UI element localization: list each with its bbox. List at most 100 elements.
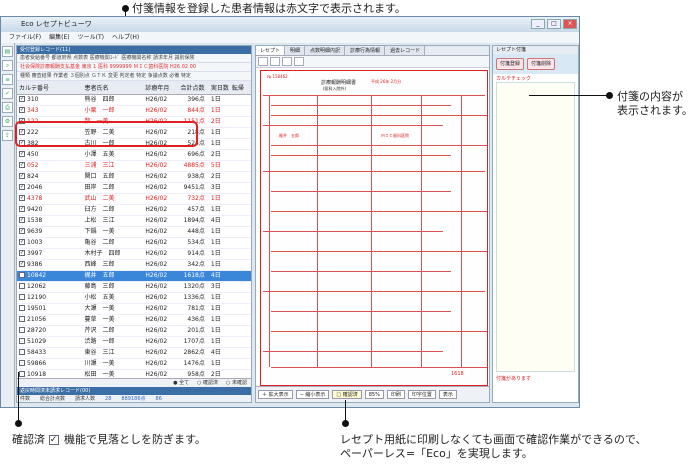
print-position-button[interactable]: 印字位置 [407, 390, 436, 399]
cell-name: 三浦 三江 [82, 160, 144, 172]
print-icon[interactable]: ⎙ [2, 102, 13, 113]
table-row[interactable]: ✓ 4378 武山 二美 H26/02 732点 1日 [17, 193, 251, 205]
minimize-icon[interactable]: _ [531, 19, 545, 29]
menu-help[interactable]: ヘルプ(H) [112, 32, 139, 43]
table-row[interactable]: ✓ 9386 西峰 三郎 H26/02 342点 1日 [17, 259, 251, 271]
memo-register-button[interactable]: 付箋登録 [496, 58, 525, 70]
row-checkbox[interactable] [19, 316, 25, 322]
row-checkbox[interactable]: ✓ [19, 184, 25, 190]
table-row[interactable]: 19501 大瀬 一美 H26/02 781点 1日 [17, 303, 251, 315]
row-checkbox[interactable]: ✓ [19, 206, 25, 212]
form-hline [271, 211, 487, 212]
print-button[interactable]: 印刷 [386, 390, 405, 399]
cell-points: 9451点 [178, 182, 209, 194]
filter-checked[interactable]: ○ 確認済 [197, 379, 218, 387]
table-row[interactable]: 10842 梶井 五郎 H26/02 1618点 4日 [17, 270, 251, 282]
col-outcome[interactable]: 転帰 [229, 81, 251, 95]
table-row[interactable]: ✓ 343 小栗 一郎 H26/02 844点 1日 [17, 105, 251, 117]
row-checkbox[interactable]: ✓ [19, 173, 25, 179]
table-row[interactable]: 21056 蔓草 一美 H26/02 436点 1日 [17, 314, 251, 326]
col-ym[interactable]: 診療年月 [143, 81, 179, 95]
callout-top-text: 付箋情報を登録した患者情報は赤文字で表示されます。 [132, 2, 406, 15]
table-row[interactable]: 28720 芹沢 二郎 H26/02 201点 1日 [17, 325, 251, 337]
row-checkbox[interactable]: ✓ [19, 217, 25, 223]
table-row[interactable]: ✓ 052 三浦 三江 H26/02 4885点 5日 [17, 160, 251, 172]
cell-points: 342点 [178, 259, 209, 271]
karte-number: 9639 [27, 227, 43, 235]
row-checkbox[interactable]: ✓ [19, 151, 25, 157]
page-prev-icon[interactable] [270, 57, 280, 66]
menu-tools[interactable]: ツール(T) [78, 32, 104, 43]
row-checkbox[interactable]: ✓ [19, 107, 25, 113]
zoom-out-button[interactable]: − 縮小表示 [295, 390, 330, 399]
row-checkbox[interactable] [19, 283, 25, 289]
tab-points[interactable]: 点数明細内訳 [306, 46, 346, 55]
search-icon[interactable]: ⌕ [2, 60, 13, 71]
table-row[interactable]: 58433 東谷 三江 H26/02 2862点 4日 [17, 347, 251, 359]
row-checkbox[interactable] [19, 305, 25, 311]
row-checkbox[interactable] [19, 294, 25, 300]
table-row[interactable]: 12062 藤島 三郎 H26/02 1320点 3日 [17, 281, 251, 293]
row-checkbox[interactable]: ✓ [19, 239, 25, 245]
col-karte[interactable]: カルテ番号 [17, 81, 83, 95]
list-icon[interactable]: ≡ [2, 74, 13, 85]
confirmed-checkbox[interactable]: □ 確認済 [332, 390, 362, 399]
zoom-select[interactable]: 85% [364, 390, 384, 399]
receipt-tabs: レセプト 明細 点数明細内訳 診療行為情報 過去レコード [256, 46, 489, 56]
row-checkbox[interactable] [19, 272, 25, 278]
row-checkbox[interactable] [19, 360, 25, 366]
table-row[interactable]: 51029 渋路 一郎 H26/02 1707点 1日 [17, 336, 251, 348]
table-row[interactable]: ✓ 3997 木村子 四郎 H26/02 914点 1日 [17, 248, 251, 260]
table-row[interactable]: ✓ 1003 亀谷 二郎 H26/02 534点 1日 [17, 237, 251, 249]
col-name[interactable]: 患者氏名 [82, 81, 144, 95]
menu-file[interactable]: ファイル(F) [9, 32, 41, 43]
row-checkbox[interactable]: ✓ [19, 261, 25, 267]
row-checkbox[interactable]: ✓ [19, 96, 25, 102]
table-row[interactable]: ✓ 9639 下鍋 一美 H26/02 448点 1日 [17, 226, 251, 238]
table-row[interactable]: ✓ 1538 上松 三江 H26/02 1894点 4日 [17, 215, 251, 227]
tab-receipt[interactable]: レセプト [256, 46, 286, 55]
display-button[interactable]: 表示 [438, 390, 457, 399]
table-row[interactable]: ✓ 9420 臼方 二郎 H26/02 457点 1日 [17, 204, 251, 216]
table-row[interactable]: ✓ 824 関口 五郎 H26/02 938点 2日 [17, 171, 251, 183]
tab-treatment[interactable]: 診療行為情報 [346, 46, 386, 55]
row-checkbox[interactable]: ✓ [19, 250, 25, 256]
cell-name: 東谷 三江 [82, 347, 144, 359]
table-row[interactable]: 12190 小松 五美 H26/02 1336点 1日 [17, 292, 251, 304]
export-icon[interactable]: ⇪ [2, 130, 13, 141]
row-checkbox[interactable]: ✓ [19, 162, 25, 168]
col-points[interactable]: 合計点数 [178, 81, 209, 95]
table-row[interactable]: ✓ 310 熊谷 四郎 H26/02 396点 1日 [17, 94, 251, 106]
form-hline [271, 251, 487, 252]
open-icon[interactable]: ▤ [2, 46, 13, 57]
memo-content-area[interactable] [496, 82, 575, 372]
table-row[interactable]: ✓ 450 小澤 五美 H26/02 696点 2日 [17, 149, 251, 161]
filter-all[interactable]: ● 全て [173, 379, 189, 387]
page-next-icon[interactable] [282, 57, 292, 66]
maximize-icon[interactable]: □ [547, 19, 561, 29]
row-checkbox[interactable] [19, 327, 25, 333]
cell-name: 関口 五郎 [82, 171, 144, 183]
close-icon[interactable]: × [563, 19, 577, 29]
tab-detail[interactable]: 明細 [286, 46, 306, 55]
page-first-icon[interactable] [258, 57, 268, 66]
menu-edit[interactable]: 編集(E) [49, 32, 69, 43]
zoom-in-button[interactable]: ＋ 拡大表示 [258, 390, 293, 399]
filter-unchecked[interactable]: ○ 未確認 [226, 379, 247, 387]
memo-delete-button[interactable]: 付箋削除 [527, 58, 556, 70]
settings-icon[interactable]: ⚙ [2, 116, 13, 127]
tab-history[interactable]: 過去レコード [386, 46, 426, 55]
page-last-icon[interactable] [294, 57, 304, 66]
col-days[interactable]: 実日数 [208, 81, 230, 95]
row-checkbox[interactable]: ✓ [19, 228, 25, 234]
row-checkbox[interactable] [19, 349, 25, 355]
row-checkbox[interactable]: ✓ [19, 195, 25, 201]
row-checkbox[interactable] [19, 338, 25, 344]
row-checkbox[interactable] [19, 371, 25, 377]
form-hline [263, 231, 443, 232]
check-icon[interactable]: ✓ [2, 88, 13, 99]
table-row[interactable]: 59866 川瀬 一美 H26/02 1476点 1日 [17, 358, 251, 370]
table-row[interactable]: ✓ 2046 田岸 二郎 H26/02 9451点 3日 [17, 182, 251, 194]
info-tabs[interactable]: 種類 審査結果 作業者 ３個別点 ＧＴＫ 変更 判定者 特定 争議点数 必備 特… [17, 72, 251, 81]
doc-subtitle: (医科入院外) [323, 86, 347, 91]
